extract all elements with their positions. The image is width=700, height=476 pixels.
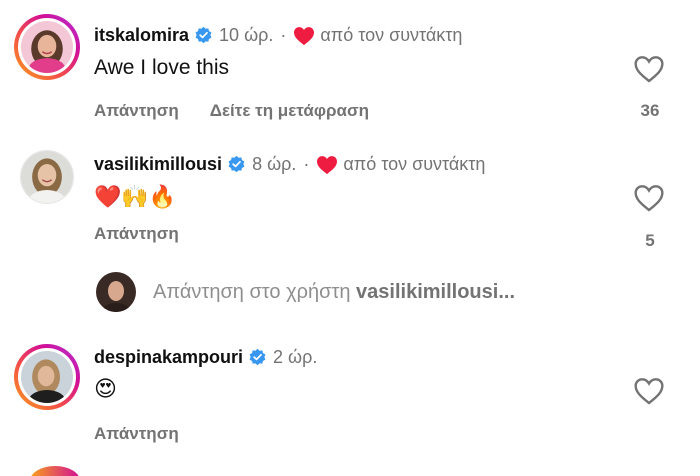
separator-dot: ·	[280, 25, 287, 45]
verified-badge-icon	[228, 155, 245, 173]
avatar[interactable]	[14, 144, 80, 210]
comment-header: vasilikimillousi 8 ώρ. · από τον συντάκτ…	[94, 154, 485, 175]
username[interactable]: despinakampouri	[94, 347, 243, 368]
like-count: 36	[640, 101, 660, 120]
heart-outline-icon	[634, 185, 664, 212]
like-button[interactable]	[632, 376, 666, 406]
like-button[interactable]	[632, 183, 666, 213]
reply-button[interactable]: Απάντηση	[94, 224, 179, 244]
verified-badge-icon	[249, 348, 266, 366]
comment-time: 8 ώρ.	[252, 154, 297, 174]
heart-filled-icon	[294, 26, 315, 45]
comment-time: 2 ώρ.	[273, 347, 318, 367]
username[interactable]: itskalomira	[94, 25, 189, 46]
avatar[interactable]	[14, 344, 80, 410]
verified-badge-icon	[195, 26, 212, 44]
like-count: 5	[645, 231, 655, 250]
current-user-avatar	[96, 272, 136, 312]
see-translation-button[interactable]: Δείτε τη μετάφραση	[210, 101, 369, 121]
comment-header: itskalomira 10 ώρ. · από τον συντάκτη	[94, 25, 462, 46]
reply-prefix: Απάντηση στο χρήστη	[153, 280, 351, 303]
comment-time: 10 ώρ.	[219, 25, 274, 45]
reply-target-username: vasilikimillousi...	[356, 280, 516, 303]
separator-dot: ·	[303, 154, 310, 174]
reply-composer[interactable]: Απάντηση στο χρήστη vasilikimillousi...	[96, 272, 515, 312]
reply-input-placeholder[interactable]: Απάντηση στο χρήστη vasilikimillousi...	[153, 281, 515, 304]
like-button[interactable]	[632, 54, 666, 84]
comment-actions: Απάντηση	[94, 224, 210, 244]
liked-by-author-label: από τον συντάκτη	[343, 154, 486, 174]
heart-outline-icon	[634, 56, 664, 83]
comment-actions: Απάντηση Δείτε τη μετάφραση	[94, 101, 369, 121]
comment-text: ❤️🙌🔥	[94, 185, 177, 210]
reply-button[interactable]: Απάντηση	[94, 424, 179, 444]
heart-filled-icon	[317, 155, 338, 174]
avatar[interactable]	[14, 14, 80, 80]
username[interactable]: vasilikimillousi	[94, 154, 222, 175]
reply-button[interactable]: Απάντηση	[94, 101, 179, 121]
comment-text: 😍	[94, 377, 117, 402]
liked-by-author-label: από τον συντάκτη	[320, 25, 463, 45]
next-comment-avatar-ring	[30, 466, 80, 476]
heart-outline-icon	[634, 378, 664, 405]
comment-actions: Απάντηση	[94, 424, 210, 444]
comment-header: despinakampouri 2 ώρ.	[94, 347, 317, 368]
comment-text: Awe I love this	[94, 56, 230, 79]
